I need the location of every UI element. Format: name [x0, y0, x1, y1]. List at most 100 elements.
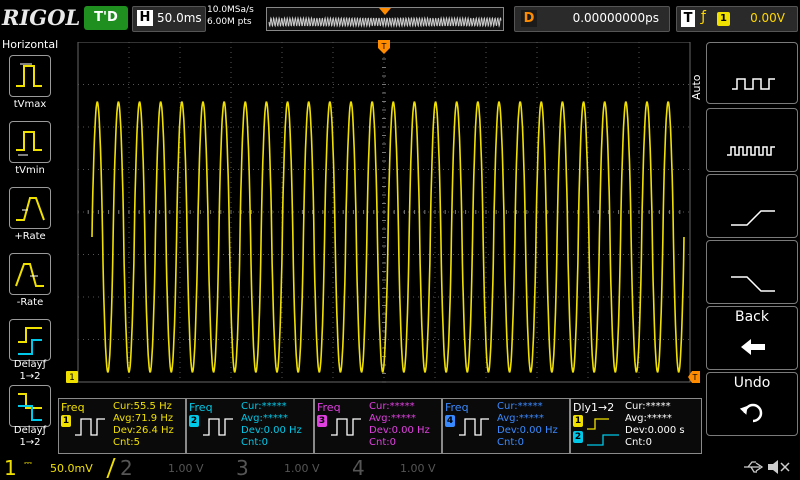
sample-info: 10.0MSa/s 6.00M pts	[207, 4, 267, 32]
delay-fall-icon	[18, 393, 42, 421]
delay-fall-label: Delayƒ	[13, 425, 47, 436]
timebase-value: 50.0ms	[157, 11, 202, 25]
brand-logo: RIGOL	[2, 5, 81, 30]
left-menu-title: Horizontal	[2, 38, 59, 51]
freq-pulse-icon	[331, 418, 361, 436]
trigger-position-marker	[379, 8, 391, 15]
falling-edge-button[interactable]	[706, 240, 798, 304]
ch1-offset-marker[interactable]: 1	[66, 371, 78, 383]
undo-button[interactable]: Undo	[706, 372, 798, 436]
speaker-mute-icon[interactable]	[766, 458, 792, 476]
measurement-freq-ch2[interactable]: Freq 2 Cur:***** Avg:***** Dev:0.00 Hz C…	[186, 398, 314, 454]
measure-name: Freq	[61, 401, 85, 414]
source2-badge: 2	[573, 431, 583, 443]
pulse-narrow-button[interactable]	[706, 108, 798, 172]
delay-fall-sub: 1→2	[19, 437, 41, 448]
trigger-level-marker[interactable]: T	[688, 371, 700, 383]
horizontal-label: H	[137, 10, 153, 26]
measurement-freq-ch3[interactable]: Freq 3 Cur:***** Avg:***** Dev:0.00 Hz C…	[314, 398, 442, 454]
cur-value: Cur:*****	[625, 401, 671, 412]
measure-name: Freq	[445, 401, 469, 414]
delay-label: D	[521, 10, 537, 27]
channel-2-tab[interactable]: 2 1.00 V	[120, 456, 230, 480]
dev-value: Dev:0.00 Hz	[241, 425, 302, 436]
avg-value: Avg:71.9 Hz	[113, 413, 174, 424]
tvmin-button[interactable]	[9, 121, 51, 163]
measure-name: Freq	[189, 401, 213, 414]
source-badge: 4	[445, 415, 455, 427]
memory-depth: 6.00M pts	[207, 17, 252, 27]
pulse-wide-icon	[732, 78, 775, 90]
cnt-value: Cnt:0	[241, 437, 268, 448]
sample-rate: 10.0MSa/s	[207, 5, 254, 15]
tvmax-button[interactable]	[9, 55, 51, 97]
memory-overview-window[interactable]	[266, 7, 504, 31]
trigger-label: T	[681, 10, 695, 27]
fall-rate-button[interactable]	[9, 253, 51, 295]
rise-rate-label: +Rate	[14, 231, 46, 242]
run-status-badge[interactable]: T'D	[84, 6, 128, 30]
graticule	[77, 42, 691, 383]
tvmax-label: tVmax	[13, 99, 47, 110]
rising-edge-button[interactable]	[706, 174, 798, 238]
channel-number: 4	[352, 456, 365, 480]
avg-value: Avg:*****	[497, 413, 544, 424]
channel-scale: 1.00 V	[284, 462, 320, 475]
falling-edge-icon	[731, 276, 775, 292]
channel-scale: 1.00 V	[400, 462, 436, 475]
dev-value: Dev:0.00 Hz	[369, 425, 430, 436]
cur-value: Cur:*****	[369, 401, 415, 412]
freq-pulse-icon	[203, 418, 233, 436]
pulse-narrow-icon	[727, 146, 775, 156]
delay-fall-button[interactable]	[9, 385, 51, 427]
memory-overview-wave	[268, 8, 502, 28]
cur-value: Cur:*****	[241, 401, 287, 412]
measure-name: Freq	[317, 401, 341, 414]
measurement-delay-1-2[interactable]: Dly1→2 1 2 Cur:***** Avg:***** Dev:0.000…	[570, 398, 702, 454]
coupling-dc-icon: ⎓	[24, 458, 32, 469]
channel-4-tab[interactable]: 4 1.00 V	[352, 456, 462, 480]
delay-rise-icon	[18, 327, 42, 355]
freq-pulse-icon	[459, 418, 489, 436]
measure-name: Dly1→2	[573, 401, 615, 414]
source-badge: 1	[61, 415, 71, 427]
delay-rise-label: Delayƒ	[13, 359, 47, 370]
svg-text:1: 1	[69, 373, 75, 383]
dev-value: Dev:26.4 Hz	[113, 425, 174, 436]
avg-value: Avg:*****	[241, 413, 288, 424]
measurement-freq-ch1[interactable]: Freq 1 Cur:55.5 Hz Avg:71.9 Hz Dev:26.4 …	[58, 398, 186, 454]
delay-box[interactable]: D 0.00000000ps	[514, 6, 670, 32]
fall-rate-label: -Rate	[16, 297, 44, 308]
delay-rise-sub: 1→2	[19, 371, 41, 382]
trigger-source: 1	[717, 12, 730, 26]
trigger-position-indicator[interactable]: T	[378, 40, 390, 56]
delay-value: 0.00000000ps	[572, 11, 659, 25]
measurement-freq-ch4[interactable]: Freq 4 Cur:***** Avg:***** Dev:0.00 Hz C…	[442, 398, 570, 454]
dev-value: Dev:0.00 Hz	[497, 425, 558, 436]
cnt-value: Cnt:0	[369, 437, 396, 448]
channel-1-tab[interactable]: 1 ⎓ 50.0mV	[4, 456, 114, 480]
usb-icon	[744, 461, 764, 473]
rise-rate-button[interactable]	[9, 187, 51, 229]
tvmin-label: tVmin	[15, 165, 45, 176]
channel-number: 3	[236, 456, 249, 480]
pulse-wide-button[interactable]	[706, 42, 798, 104]
tvmin-icon	[16, 131, 42, 156]
cur-value: Cur:*****	[497, 401, 543, 412]
dev-value: Dev:0.000 s	[625, 425, 685, 436]
horizontal-timebase-box[interactable]: H 50.0ms	[132, 6, 206, 32]
delay-rise-button[interactable]	[9, 319, 51, 361]
rising-edge-icon: ƒ	[701, 9, 706, 25]
waveform-display[interactable]	[72, 42, 696, 386]
trigger-box[interactable]: T ƒ 1 0.00V	[676, 6, 798, 32]
auto-label: Auto	[690, 74, 703, 100]
trigger-level: 0.00V	[750, 11, 785, 25]
delay-edge-icon	[587, 418, 619, 446]
rise-rate-icon	[16, 197, 45, 221]
avg-value: Avg:*****	[625, 413, 672, 424]
channel-scale: 50.0mV	[50, 462, 93, 475]
channel-3-tab[interactable]: 3 1.00 V	[236, 456, 346, 480]
cnt-value: Cnt:5	[113, 437, 140, 448]
back-button[interactable]: Back	[706, 306, 798, 370]
channel-number: 2	[120, 456, 133, 480]
